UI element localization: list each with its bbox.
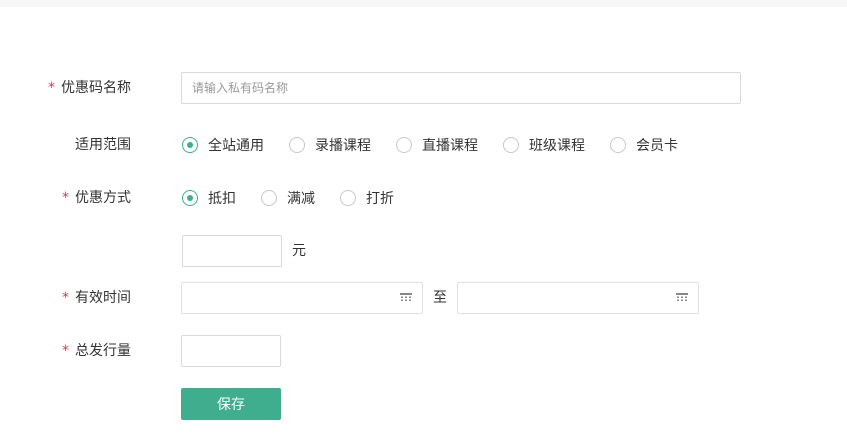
scope-option-all-site[interactable]: 全站通用 bbox=[182, 135, 264, 155]
radio-icon bbox=[610, 137, 626, 153]
method-option-percent-off[interactable]: 打折 bbox=[340, 188, 394, 208]
total-issue-label: * 总发行量 bbox=[62, 343, 131, 359]
amount-row: 元 bbox=[0, 235, 847, 267]
amount-input[interactable] bbox=[182, 235, 282, 267]
scope-label: 适用范围 bbox=[75, 137, 131, 153]
coupon-name-input[interactable] bbox=[181, 72, 741, 104]
save-button[interactable]: 保存 bbox=[181, 388, 281, 420]
scope-option-recorded[interactable]: 录播课程 bbox=[289, 135, 371, 155]
top-bar bbox=[0, 0, 847, 7]
scope-row: 适用范围 全站通用 录播课程 直播课程 班级课程 会员卡 bbox=[0, 129, 847, 161]
scope-radio-group: 全站通用 录播课程 直播课程 班级课程 会员卡 bbox=[182, 129, 703, 161]
radio-checked-icon bbox=[182, 190, 198, 206]
radio-checked-icon bbox=[182, 137, 198, 153]
calendar-icon bbox=[400, 293, 412, 301]
valid-time-row: * 有效时间 至 bbox=[0, 282, 847, 314]
coupon-name-label: * 优惠码名称 bbox=[48, 80, 131, 96]
required-mark: * bbox=[62, 190, 69, 206]
end-date-input[interactable] bbox=[457, 282, 699, 314]
radio-icon bbox=[340, 190, 356, 206]
required-mark: * bbox=[62, 343, 69, 359]
method-option-full-reduction[interactable]: 满减 bbox=[261, 188, 315, 208]
radio-icon bbox=[503, 137, 519, 153]
method-option-deduct[interactable]: 抵扣 bbox=[182, 188, 236, 208]
radio-icon bbox=[261, 190, 277, 206]
radio-icon bbox=[289, 137, 305, 153]
required-mark: * bbox=[48, 80, 55, 96]
amount-unit: 元 bbox=[292, 243, 306, 259]
scope-option-class[interactable]: 班级课程 bbox=[503, 135, 585, 155]
discount-method-row: * 优惠方式 抵扣 满减 打折 bbox=[0, 182, 847, 214]
scope-option-live[interactable]: 直播课程 bbox=[396, 135, 478, 155]
required-mark: * bbox=[62, 290, 69, 306]
radio-icon bbox=[396, 137, 412, 153]
date-range-separator: 至 bbox=[433, 290, 447, 306]
valid-time-label: * 有效时间 bbox=[62, 290, 131, 306]
discount-method-label: * 优惠方式 bbox=[62, 190, 131, 206]
discount-method-radio-group: 抵扣 满减 打折 bbox=[182, 182, 419, 214]
coupon-name-row: * 优惠码名称 bbox=[0, 72, 847, 104]
total-issue-row: * 总发行量 bbox=[0, 335, 847, 367]
calendar-icon bbox=[676, 293, 688, 301]
start-date-input[interactable] bbox=[181, 282, 423, 314]
scope-option-membership[interactable]: 会员卡 bbox=[610, 135, 678, 155]
total-issue-input[interactable] bbox=[181, 335, 281, 367]
